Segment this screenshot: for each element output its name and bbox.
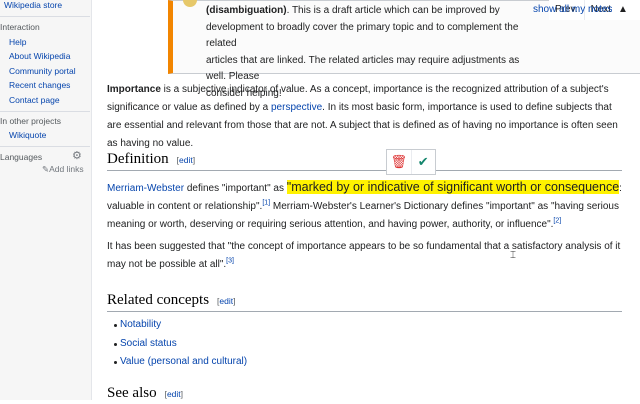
gear-icon[interactable]: ⚙ [72,151,82,162]
see-also-edit-link[interactable]: edit [167,389,181,399]
main-content: (disambiguation). This is a draft articl… [92,0,640,401]
intro-term: Importance [107,84,161,95]
social-status-link[interactable]: Social status [120,338,177,349]
trash-icon: 🗑 [390,154,407,169]
merriam-webster-link[interactable]: Merriam-Webster [107,183,184,194]
definition-edit: [edit] [176,155,196,165]
related-edit: [edit] [217,296,236,306]
definition-heading: Definition [edit] [107,151,622,171]
mouse-cursor-icon: ⌶ [510,250,516,261]
sidebar-heading-other-projects: In other projects [0,116,61,126]
reference-1-link[interactable]: [1] [262,200,270,207]
notice-line2: development to broadly cover the primary… [206,21,519,50]
sidebar-heading-languages: Languages [0,152,43,162]
collapse-up-button[interactable]: ▲ [612,0,634,20]
perspective-link[interactable]: perspective [271,102,322,113]
sidebar-heading-interaction: Interaction [0,22,40,32]
checkmark-icon: ✔ [417,154,429,169]
sidebar-divider [0,16,90,17]
add-links-button[interactable]: ✎Add links [42,164,84,175]
list-item: Social status [114,335,247,354]
related-concepts-heading: Related concepts [edit] [107,292,622,312]
notability-link[interactable]: Notability [120,319,161,330]
sidebar: Wikipedia store Interaction Help About W… [0,0,92,400]
reference-3-link[interactable]: [3] [226,258,234,265]
list-item: Value (personal and cultural) [114,353,247,372]
list-item: Notability [114,316,247,335]
notice-bold-term: (disambiguation) [206,5,287,16]
notice-line1: . This is a draft article which can be i… [286,5,500,16]
related-concepts-list: Notability Social status Value (personal… [114,316,247,372]
definition-title: Definition [107,151,169,167]
delete-highlight-button[interactable]: 🗑 [387,150,411,174]
sidebar-item-about-wikipedia[interactable]: About Wikipedia [9,51,70,61]
sidebar-item-contact-page[interactable]: Contact page [9,95,60,105]
sidebar-divider [0,111,90,112]
add-links-label: Add links [49,164,84,174]
see-also-edit: [edit] [164,389,184,399]
see-also-heading: See also [edit] [107,385,622,404]
sidebar-item-community-portal[interactable]: Community portal [9,66,76,76]
definition-para2-text: It has been suggested that "the concept … [107,241,621,270]
related-concepts-title: Related concepts [107,292,210,308]
confirm-highlight-button[interactable]: ✔ [410,150,436,174]
see-also-title: See also [107,385,157,401]
show-all-notes-link[interactable]: show all my notes [533,0,612,20]
intro-paragraph: Importance is a subjective indicator of … [107,81,622,153]
reference-2-link[interactable]: [2] [553,218,561,225]
sidebar-item-wikipedia-store[interactable]: Wikipedia store [4,0,62,10]
highlighted-text[interactable]: "marked by or indicative of significant … [286,180,620,194]
value-personal-cultural-link[interactable]: Value (personal and cultural) [120,356,247,367]
definition-paragraph: Merriam-Webster defines "important" as "… [107,178,622,234]
highlight-toolbar: 🗑 ✔ [386,149,436,175]
notice-icon [183,0,197,7]
related-edit-link[interactable]: edit [219,296,233,306]
sidebar-divider [0,146,90,147]
definition-text-a: defines "important" as [184,183,287,194]
definition-paragraph-2: It has been suggested that "the concept … [107,238,622,274]
sidebar-item-wikiquote[interactable]: Wikiquote [9,130,46,140]
sidebar-item-help[interactable]: Help [9,37,26,47]
definition-edit-link[interactable]: edit [179,155,193,165]
sidebar-item-recent-changes[interactable]: Recent changes [9,80,70,90]
